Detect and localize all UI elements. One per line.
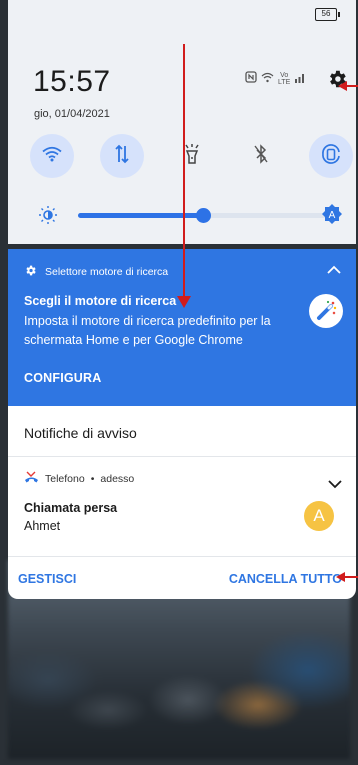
collapse-chevron-up-icon[interactable] [326, 263, 342, 275]
status-icons: Vo LTE [245, 71, 306, 86]
missed-call-separator: • [90, 473, 95, 485]
flashlight-icon [183, 143, 201, 170]
mobile-data-tile[interactable] [100, 134, 144, 178]
clear-all-button[interactable]: CANCELLA TUTTO [229, 572, 342, 586]
volte-label: Vo [280, 71, 289, 79]
missed-call-title: Chiamata persa [24, 501, 118, 515]
rotation-lock-icon [320, 143, 342, 170]
notifications-panel: Notifiche di avviso Telefono • adesso Ch… [8, 406, 356, 599]
notification-text: Imposta il motore di ricerca predefinito… [24, 314, 271, 347]
section-divider [8, 456, 356, 457]
battery-level: 56 [315, 8, 337, 21]
annotation-settings-arrowhead [338, 81, 347, 91]
configure-button[interactable]: CONFIGURA [24, 371, 102, 385]
battery-indicator: 56 [315, 8, 340, 21]
flashlight-tile[interactable] [170, 134, 214, 178]
volte-icon: Vo LTE [278, 72, 290, 86]
annotation-down-arrowhead [177, 296, 191, 308]
quick-settings-shade: 56 15:57 gio, 01/04/2021 Vo LTE A [8, 0, 356, 244]
missed-call-app-name: Telefono [45, 473, 85, 485]
auto-brightness-icon[interactable]: A [321, 203, 343, 230]
missed-call-phone-icon [24, 471, 39, 487]
wifi-status-icon [261, 72, 274, 86]
missed-call-caller: Ahmet [24, 519, 61, 533]
annotation-clear-all-arrowhead [336, 572, 345, 582]
quick-settings-tiles [30, 134, 353, 178]
caller-avatar: A [304, 501, 334, 531]
clock[interactable]: 15:57 [33, 65, 111, 99]
manage-button[interactable]: GESTISCI [18, 572, 76, 586]
annotation-swipe-down-line [183, 44, 185, 297]
nfc-icon [245, 71, 257, 86]
rotation-lock-tile[interactable] [309, 134, 353, 178]
notification-app-name: Selettore motore di ricerca [45, 266, 169, 278]
signal-icon [294, 72, 306, 86]
missed-call-time: adesso [100, 473, 135, 485]
footer-divider [8, 556, 356, 557]
wifi-icon [42, 146, 62, 167]
date[interactable]: gio, 01/04/2021 [34, 108, 110, 120]
auto-brightness-label: A [329, 210, 336, 221]
brightness-icon [38, 205, 58, 230]
notification-header: Selettore motore di ricerca [24, 264, 168, 280]
phone-screen: 56 15:57 gio, 01/04/2021 Vo LTE A Selett… [0, 0, 358, 765]
settings-icon [24, 264, 37, 280]
mobile-data-icon [114, 144, 130, 169]
notification-title: Scegli il motore di ricerca [24, 294, 177, 308]
expand-chevron-down-icon[interactable] [328, 476, 342, 489]
search-engine-notification[interactable]: Selettore motore di ricerca Scegli il mo… [8, 249, 356, 406]
bluetooth-off-icon [253, 143, 269, 169]
annotation-clear-all-pointer [344, 576, 358, 578]
missed-call-header: Telefono • adesso [24, 471, 134, 487]
lte-label: LTE [278, 78, 291, 86]
search-picker-icon [309, 294, 343, 328]
battery-tip [338, 12, 340, 17]
brightness-slider-thumb[interactable] [196, 208, 211, 223]
bluetooth-tile[interactable] [239, 134, 283, 178]
wifi-tile[interactable] [30, 134, 74, 178]
alerts-section-title: Notifiche di avviso [24, 425, 137, 441]
brightness-control: A [38, 203, 348, 227]
